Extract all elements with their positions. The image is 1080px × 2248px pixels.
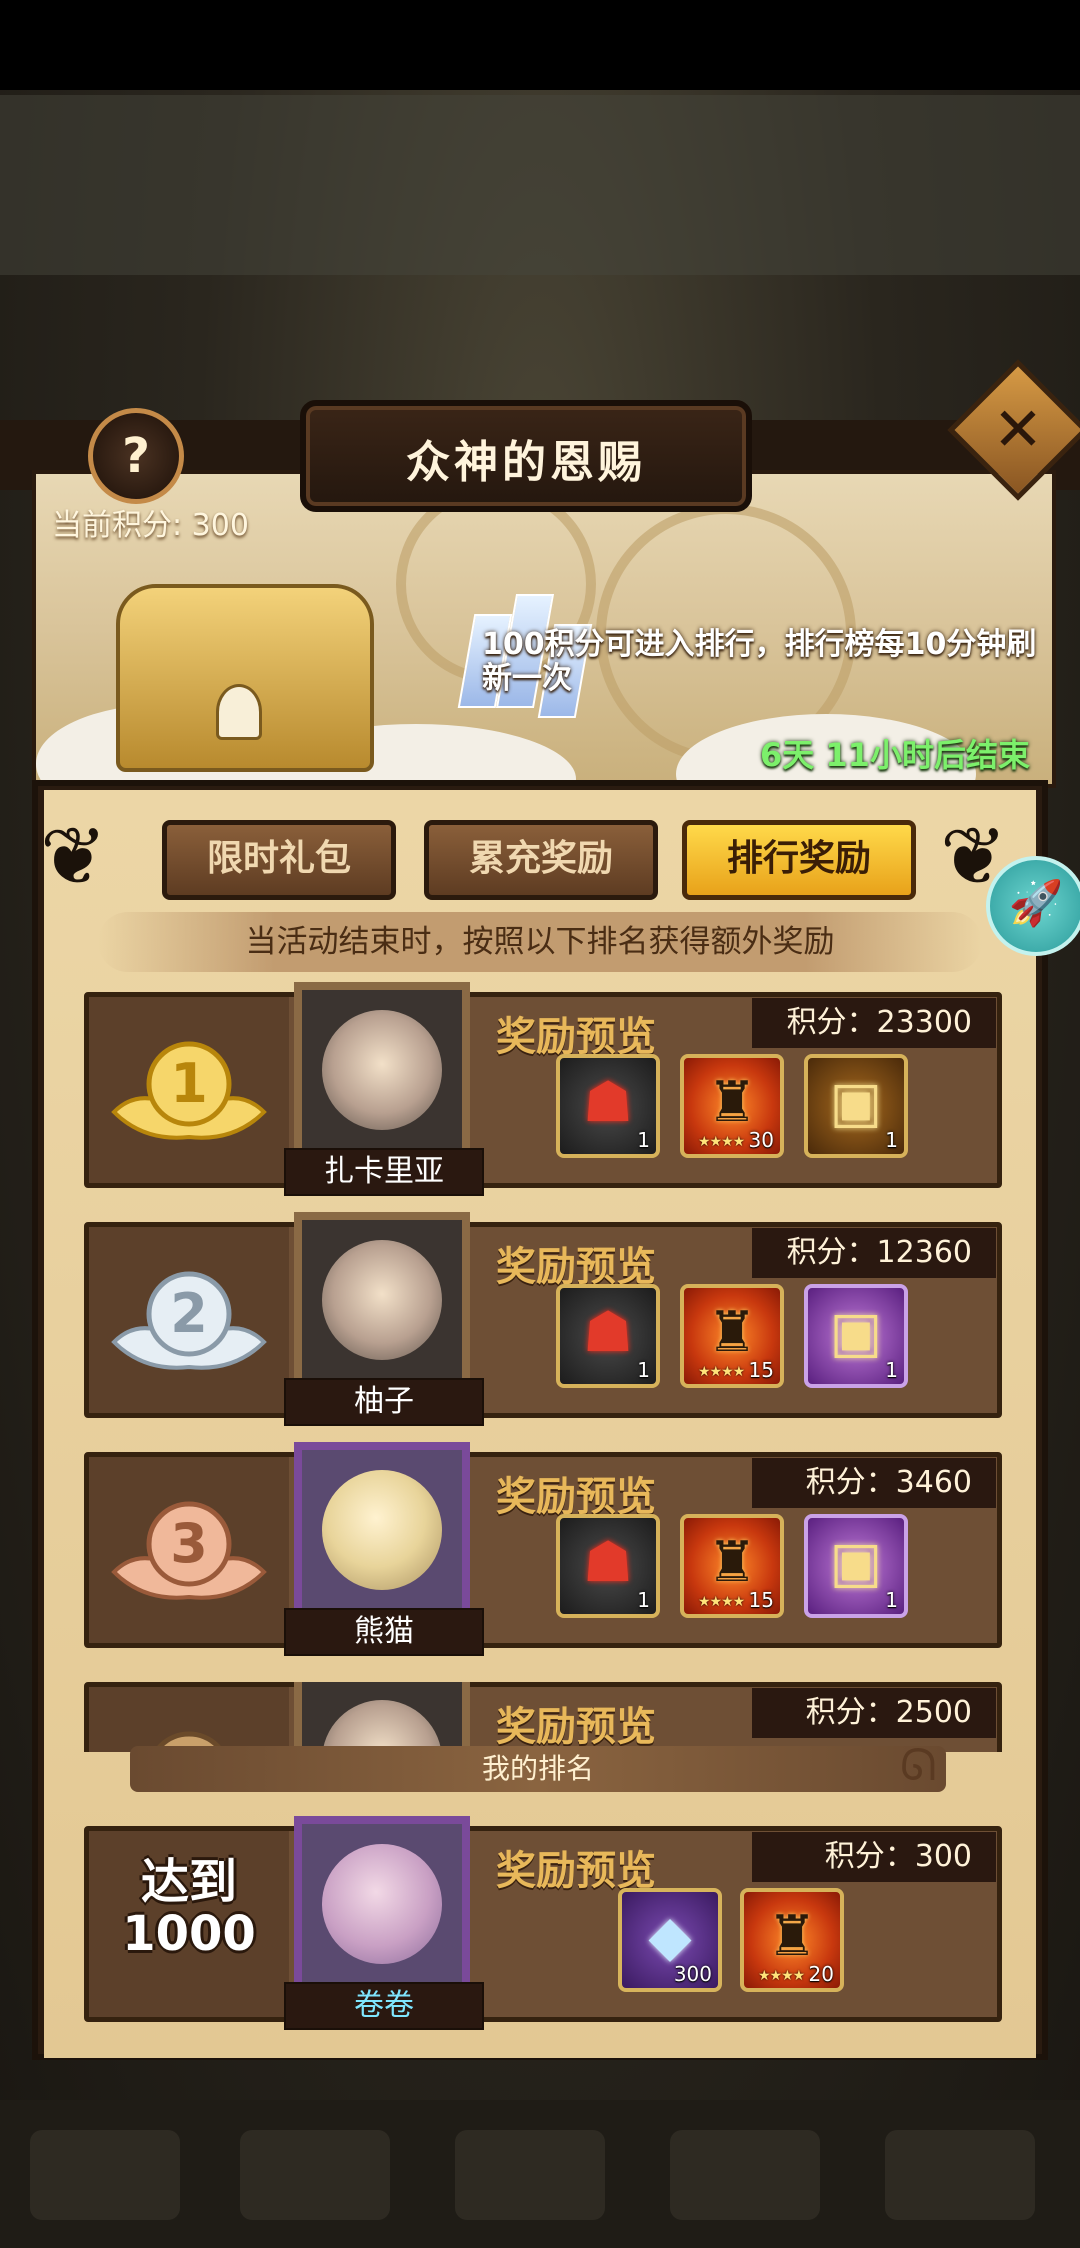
player-avatar[interactable] (294, 1442, 470, 1618)
my-player-name: 卷卷 (284, 1982, 484, 2030)
dark-hero-icon[interactable]: ☗ 1 (556, 1054, 660, 1158)
rank-medal-2: 2 (111, 1271, 267, 1370)
reach-value: 1000 (122, 1906, 256, 1962)
rocket-icon[interactable]: 🚀 (986, 856, 1080, 956)
my-avatar[interactable] (294, 1816, 470, 1992)
rank-row-4: 4奖励预览积分：2500 (84, 1682, 1002, 1752)
player-score: 积分：23300 (752, 998, 996, 1048)
ranking-info-text: 100积分可进入排行，排行榜每10分钟刷新一次 (482, 627, 1037, 696)
rank-number: 2 (170, 1282, 208, 1345)
my-rank-row: 达到 1000 卷卷 奖励预览 积分：300 ◆ 300 ♜ ★★★★ 20 (84, 1816, 1002, 2030)
player-name: 熊猫 (284, 1608, 484, 1656)
my-score: 积分：300 (752, 1832, 996, 1882)
purple-chest-icon[interactable]: ▣ 1 (804, 1284, 908, 1388)
player-score: 积分：2500 (752, 1688, 996, 1738)
reach-requirement: 达到 1000 (94, 1856, 284, 1960)
player-score: 积分：3460 (752, 1458, 996, 1508)
player-score: 积分：12360 (752, 1228, 996, 1278)
rank-medal-1: 1 (111, 1041, 267, 1140)
player-name: 扎卡里亚 (284, 1148, 484, 1196)
reach-label: 达到 (140, 1854, 237, 1910)
background-bottom-nav (0, 2100, 1080, 2248)
my-rank-divider: 我的排名 (130, 1746, 946, 1792)
player-avatar[interactable] (294, 1682, 470, 1752)
status-bar (0, 0, 1080, 90)
player-avatar[interactable] (294, 982, 470, 1158)
dark-hero-icon[interactable]: ☗ 1 (556, 1514, 660, 1618)
close-icon[interactable]: ✕ (968, 380, 1068, 480)
title-plate: 众神的恩赐 (300, 400, 752, 512)
rank-row-1: 1 扎卡里亚 奖励预览 积分：23300 ☗ 1 ♜ ★★★★ 30 ▣ 1 (84, 982, 1002, 1196)
page-title: 众神的恩赐 (406, 437, 646, 488)
notice-text: 当活动结束时，按照以下排名获得额外奖励 (98, 912, 982, 972)
rune-icon[interactable]: ♜ ★★★★ 30 (680, 1054, 784, 1158)
rune-icon[interactable]: ♜ ★★★★ 15 (680, 1514, 784, 1618)
background-hud (0, 95, 1080, 275)
diamond-icon[interactable]: ◆ 300 (618, 1888, 722, 1992)
rank-number: 1 (170, 1052, 208, 1115)
player-name: 柚子 (284, 1378, 484, 1426)
golden-chest-icon[interactable]: ▣ 1 (804, 1054, 908, 1158)
tab-recharge-reward[interactable]: 累充奖励 (424, 820, 658, 900)
dark-hero-icon[interactable]: ☗ 1 (556, 1284, 660, 1388)
purple-chest-icon[interactable]: ▣ 1 (804, 1514, 908, 1618)
rune-icon[interactable]: ♜ ★★★★ 15 (680, 1284, 784, 1388)
rank-number: 3 (170, 1512, 208, 1575)
rank-row-2: 2 柚子 奖励预览 积分：12360 ☗ 1 ♜ ★★★★ 15 ▣ 1 (84, 1212, 1002, 1426)
current-score: 当前积分: 300 (52, 508, 249, 543)
reward-preview-label: 奖励预览 (496, 1704, 656, 1750)
corner-decoration-left: ❦ (40, 810, 108, 903)
divider-hook-right: ᘏ (900, 1740, 937, 1791)
rank-row-3: 3 熊猫 奖励预览 积分：3460 ☗ 1 ♜ ★★★★ 15 ▣ 1 (84, 1442, 1002, 1656)
tab-limited-gift[interactable]: 限时礼包 (162, 820, 396, 900)
event-countdown: 6天 11小时后结束 (760, 736, 1030, 774)
rank-medal-3: 3 (111, 1501, 267, 1600)
tab-ranking-reward[interactable]: 排行奖励 (682, 820, 916, 900)
help-button[interactable]: ? (88, 408, 184, 504)
rune-icon[interactable]: ♜ ★★★★ 20 (740, 1888, 844, 1992)
player-avatar[interactable] (294, 1212, 470, 1388)
